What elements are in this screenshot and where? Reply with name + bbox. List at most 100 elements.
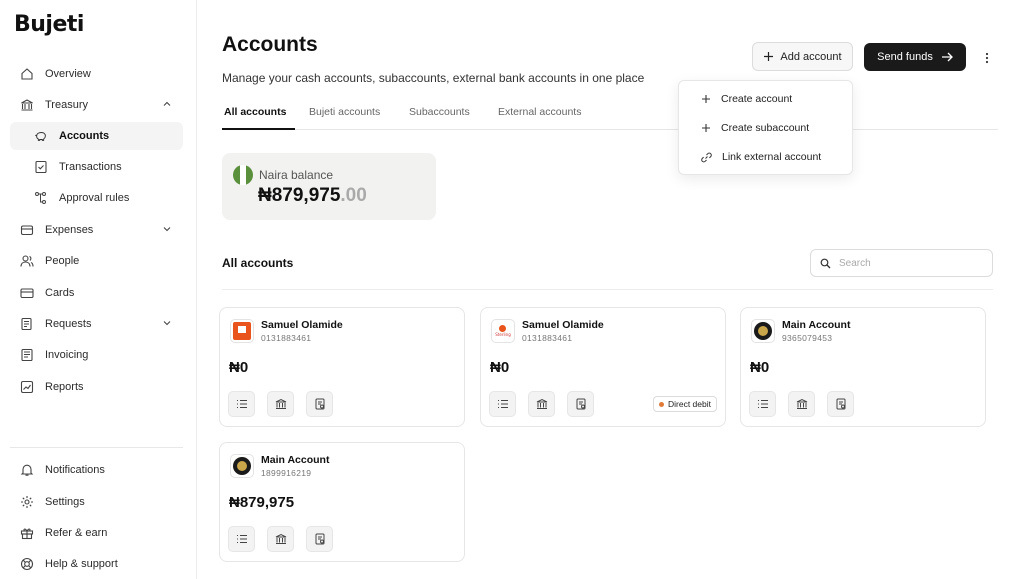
- nigeria-flag-icon: [233, 165, 253, 185]
- flow-icon: [34, 191, 48, 205]
- statement-button[interactable]: [827, 391, 854, 417]
- sidebar-item-notifications[interactable]: Notifications: [10, 456, 183, 484]
- sidebar-item-people[interactable]: People: [10, 247, 183, 275]
- chevron-down-icon[interactable]: [161, 317, 173, 329]
- search-icon: [820, 258, 831, 268]
- account-name: Samuel Olamide: [261, 319, 343, 331]
- sidebar-item-settings[interactable]: Settings: [10, 488, 183, 516]
- statement-button[interactable]: [306, 526, 333, 552]
- sidebar-item-refer[interactable]: Refer & earn: [10, 519, 183, 547]
- chevron-down-icon[interactable]: [161, 223, 173, 235]
- send-funds-button[interactable]: Send funds: [864, 43, 966, 71]
- bank-icon: [796, 398, 807, 409]
- account-name: Main Account: [782, 319, 851, 331]
- sidebar-item-label: Treasury: [45, 99, 88, 111]
- app-logo[interactable]: Bujeti: [14, 12, 84, 37]
- plus-icon: [702, 95, 710, 103]
- bank-icon: [275, 398, 286, 409]
- bank-icon: [20, 98, 34, 112]
- sidebar-item-label: Transactions: [59, 161, 122, 173]
- sidebar-item-cards[interactable]: Cards: [10, 279, 183, 307]
- account-card[interactable]: Samuel Olamide 0131883461 ₦0: [219, 307, 465, 427]
- page-subtitle: Manage your cash accounts, subaccounts, …: [222, 71, 645, 85]
- gear-icon: [20, 495, 34, 509]
- status-dot-icon: [659, 401, 664, 407]
- tab-all-accounts[interactable]: All accounts: [224, 106, 286, 118]
- chart-icon: [20, 380, 34, 394]
- direct-debit-badge: Direct debit: [653, 396, 717, 412]
- bank-icon: [275, 533, 286, 544]
- bank-details-button[interactable]: [788, 391, 815, 417]
- lifebuoy-icon: [20, 557, 34, 571]
- sidebar-item-label: Invoicing: [45, 349, 89, 361]
- account-card[interactable]: Main Account 9365079453 ₦0: [740, 307, 986, 427]
- account-amount: ₦0: [490, 359, 510, 376]
- sidebar-item-label: Expenses: [45, 224, 94, 236]
- menu-item-label: Create subaccount: [721, 122, 810, 134]
- tab-subaccounts[interactable]: Subaccounts: [409, 106, 470, 118]
- account-card[interactable]: Sterling Samuel Olamide 0131883461 ₦0 Di…: [480, 307, 726, 427]
- account-card[interactable]: Main Account 1899916219 ₦879,975: [219, 442, 465, 562]
- tab-external-accounts[interactable]: External accounts: [498, 106, 581, 118]
- bank-details-button[interactable]: [528, 391, 555, 417]
- plus-icon: [702, 124, 710, 132]
- search-input[interactable]: [839, 257, 979, 269]
- account-name: Main Account: [261, 454, 330, 466]
- sidebar-item-label: Overview: [45, 68, 91, 80]
- list-view-button[interactable]: [749, 391, 776, 417]
- more-options-button[interactable]: [981, 48, 993, 68]
- card-icon: [20, 286, 34, 300]
- receipt-icon: [34, 160, 48, 174]
- plus-icon: [764, 52, 774, 61]
- people-icon: [20, 254, 34, 268]
- list-view-button[interactable]: [228, 391, 255, 417]
- account-number: 9365079453: [782, 333, 833, 343]
- sidebar-item-treasury[interactable]: Treasury: [10, 91, 183, 119]
- search-box[interactable]: [810, 249, 993, 277]
- gift-icon: [20, 526, 34, 540]
- account-number: 0131883461: [261, 333, 312, 343]
- add-account-dropdown: Create account Create subaccount Link ex…: [678, 80, 853, 175]
- sidebar-item-label: Notifications: [45, 464, 105, 476]
- menu-item-link-external-account[interactable]: Link external account: [679, 144, 854, 170]
- statement-icon: [836, 398, 845, 410]
- document-icon: [20, 317, 34, 331]
- sidebar-item-invoicing[interactable]: Invoicing: [10, 341, 183, 369]
- statement-icon: [315, 533, 324, 545]
- home-icon: [20, 67, 34, 81]
- bank-details-button[interactable]: [267, 391, 294, 417]
- bank-details-button[interactable]: [267, 526, 294, 552]
- invoice-icon: [20, 348, 34, 362]
- menu-item-create-subaccount[interactable]: Create subaccount: [679, 115, 854, 141]
- list-icon: [236, 400, 247, 408]
- badge-label: Direct debit: [668, 399, 711, 409]
- sidebar-item-label: Settings: [45, 496, 85, 508]
- sidebar-item-overview[interactable]: Overview: [10, 60, 183, 88]
- balance-label: Naira balance: [259, 168, 334, 182]
- sidebar-item-transactions[interactable]: Transactions: [10, 153, 183, 181]
- sidebar-item-approval-rules[interactable]: Approval rules: [10, 184, 183, 212]
- sidebar-item-accounts[interactable]: Accounts: [10, 122, 183, 150]
- sidebar-item-label: People: [45, 255, 80, 267]
- sidebar-item-label: Refer & earn: [45, 527, 108, 539]
- active-tab-indicator: [222, 128, 295, 130]
- sidebar-item-label: Approval rules: [59, 192, 130, 204]
- tab-bujeti-accounts[interactable]: Bujeti accounts: [309, 106, 380, 118]
- menu-item-label: Create account: [721, 93, 793, 105]
- sidebar-item-help[interactable]: Help & support: [10, 550, 183, 578]
- chevron-up-icon[interactable]: [161, 98, 173, 110]
- add-account-button[interactable]: Add account: [752, 42, 853, 71]
- sidebar-item-requests[interactable]: Requests: [10, 310, 183, 338]
- add-account-label: Add account: [780, 50, 842, 63]
- sidebar-divider: [10, 447, 183, 448]
- statement-button[interactable]: [567, 391, 594, 417]
- statement-button[interactable]: [306, 391, 333, 417]
- sidebar-item-expenses[interactable]: Expenses: [10, 216, 183, 244]
- menu-item-create-account[interactable]: Create account: [679, 86, 854, 112]
- list-view-button[interactable]: [489, 391, 516, 417]
- balance-decimal: .00: [340, 185, 367, 206]
- piggy-bank-icon: [34, 129, 48, 143]
- list-view-button[interactable]: [228, 526, 255, 552]
- send-funds-label: Send funds: [877, 51, 933, 63]
- sidebar-item-reports[interactable]: Reports: [10, 373, 183, 401]
